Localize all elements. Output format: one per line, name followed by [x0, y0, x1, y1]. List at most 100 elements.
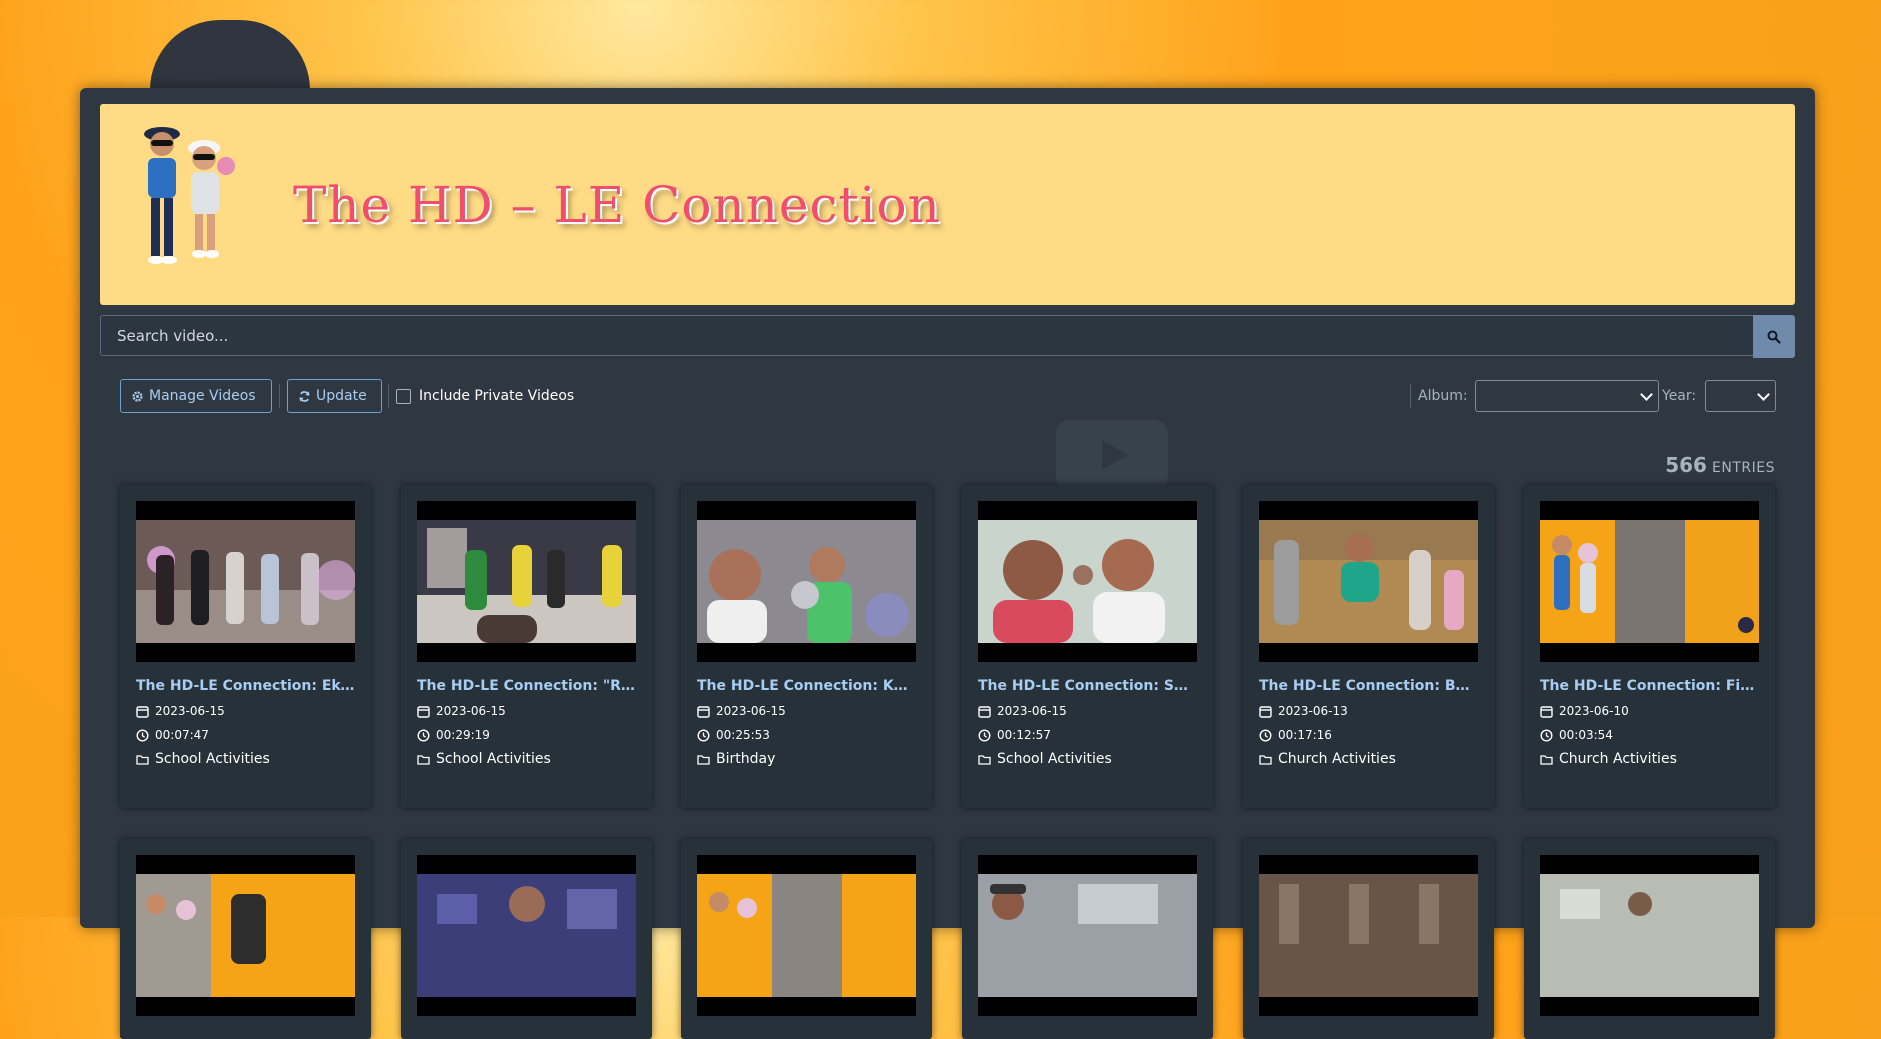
calendar-icon [978, 705, 991, 718]
video-date: 2023-06-15 [697, 704, 916, 718]
folder-icon [697, 754, 710, 765]
filter-divider [1410, 384, 1411, 408]
video-duration: 00:29:19 [417, 728, 636, 742]
video-card[interactable]: The HD-LE Connection: "Ron... 2023-06-15… [401, 485, 652, 808]
video-title[interactable]: The HD-LE Connection: Kuy... [697, 678, 916, 694]
video-thumbnail[interactable] [417, 855, 636, 1016]
include-private-label: Include Private Videos [419, 388, 575, 404]
video-card[interactable]: The HD-LE Connection: Kuy... 2023-06-15 … [681, 485, 932, 808]
search-button[interactable] [1753, 315, 1795, 358]
folder-icon [978, 754, 991, 765]
thumbnail-image [978, 874, 1197, 997]
video-date: 2023-06-15 [978, 704, 1197, 718]
video-card[interactable] [962, 839, 1213, 1039]
video-thumbnail[interactable] [136, 855, 355, 1016]
toolbar: Manage Videos Update Include Private Vid… [120, 378, 1776, 416]
video-date-text: 2023-06-15 [155, 704, 225, 718]
thumbnail-image [697, 520, 916, 643]
video-thumbnail[interactable] [697, 501, 916, 662]
clock-icon [136, 728, 149, 742]
calendar-icon [1259, 705, 1272, 718]
video-date: 2023-06-13 [1259, 704, 1478, 718]
video-duration-text: 00:12:57 [997, 728, 1051, 742]
video-card[interactable]: The HD-LE Connection: Som... 2023-06-15 … [962, 485, 1213, 808]
include-private-toggle[interactable]: Include Private Videos [396, 378, 574, 414]
video-card[interactable]: The HD-LE Connection: Barn... 2023-06-13… [1243, 485, 1494, 808]
video-duration-text: 00:03:54 [1559, 728, 1613, 742]
thumbnail-image [136, 520, 355, 643]
video-duration: 00:03:54 [1540, 728, 1759, 742]
video-thumbnail[interactable] [978, 855, 1197, 1016]
thumbnail-image [1259, 874, 1478, 997]
video-title[interactable]: The HD-LE Connection: Barn... [1259, 678, 1478, 694]
thumbnail-image [1540, 874, 1759, 997]
entries-label: ENTRIES [1712, 460, 1775, 476]
update-button[interactable]: Update [287, 379, 382, 413]
search-input[interactable] [100, 315, 1753, 356]
thumbnail-image [1540, 520, 1759, 643]
video-title[interactable]: The HD-LE Connection: Som... [978, 678, 1197, 694]
video-title[interactable]: The HD-LE Connection: First... [1540, 678, 1759, 694]
site-banner: The HD – LE Connection [100, 104, 1795, 305]
video-album: School Activities [417, 751, 636, 767]
toolbar-divider [388, 384, 389, 408]
video-album: School Activities [978, 751, 1197, 767]
thumbnail-image [1259, 520, 1478, 643]
year-select[interactable] [1705, 380, 1776, 412]
video-thumbnail[interactable] [1540, 501, 1759, 662]
manage-videos-button[interactable]: Manage Videos [120, 379, 272, 413]
video-thumbnail[interactable] [136, 501, 355, 662]
video-card[interactable] [401, 839, 652, 1039]
video-card[interactable]: The HD-LE Connection: Ekor... 2023-06-15… [120, 485, 371, 808]
video-duration-text: 00:29:19 [436, 728, 490, 742]
video-album: Church Activities [1259, 751, 1478, 767]
video-date-text: 2023-06-13 [1278, 704, 1348, 718]
video-duration: 00:07:47 [136, 728, 355, 742]
clock-icon [1259, 728, 1272, 742]
folder-icon [1540, 754, 1553, 765]
background-play-logo [1056, 420, 1168, 490]
video-duration-text: 00:07:47 [155, 728, 209, 742]
video-thumbnail[interactable] [1259, 855, 1478, 1016]
thumbnail-image [136, 874, 355, 997]
video-date-text: 2023-06-15 [436, 704, 506, 718]
video-album: Birthday [697, 751, 916, 767]
video-album: Church Activities [1540, 751, 1759, 767]
calendar-icon [417, 705, 430, 718]
thumbnail-image [697, 874, 916, 997]
gear-icon [132, 390, 143, 402]
video-thumbnail[interactable] [1259, 501, 1478, 662]
video-title[interactable]: The HD-LE Connection: Ekor... [136, 678, 355, 694]
search-bar [100, 315, 1795, 358]
video-card[interactable] [1243, 839, 1494, 1039]
video-card[interactable] [1524, 839, 1775, 1039]
main-panel: The HD – LE Connection Manage Videos [80, 88, 1815, 1039]
video-date: 2023-06-15 [417, 704, 636, 718]
clock-icon [697, 728, 710, 742]
chevron-down-icon [1640, 388, 1653, 401]
folder-icon [417, 754, 430, 765]
video-date-text: 2023-06-15 [997, 704, 1067, 718]
toolbar-divider [279, 384, 280, 408]
clock-icon [978, 728, 991, 742]
video-card[interactable] [120, 839, 371, 1039]
refresh-icon [299, 390, 310, 402]
search-icon [1767, 330, 1781, 344]
calendar-icon [1540, 705, 1553, 718]
clock-icon [1540, 728, 1553, 742]
album-select[interactable] [1475, 380, 1659, 412]
video-thumbnail[interactable] [417, 501, 636, 662]
video-thumbnail[interactable] [1540, 855, 1759, 1016]
video-album-text: School Activities [436, 751, 551, 767]
video-thumbnail[interactable] [978, 501, 1197, 662]
video-album-text: Church Activities [1559, 751, 1677, 767]
include-private-checkbox[interactable] [396, 388, 411, 404]
calendar-icon [136, 705, 149, 718]
folder-icon [136, 754, 149, 765]
video-album-text: Church Activities [1278, 751, 1396, 767]
video-card[interactable] [681, 839, 932, 1039]
video-title[interactable]: The HD-LE Connection: "Ron... [417, 678, 636, 694]
video-thumbnail[interactable] [697, 855, 916, 1016]
video-card[interactable]: The HD-LE Connection: First... 2023-06-1… [1524, 485, 1775, 808]
video-album-text: Birthday [716, 751, 776, 767]
